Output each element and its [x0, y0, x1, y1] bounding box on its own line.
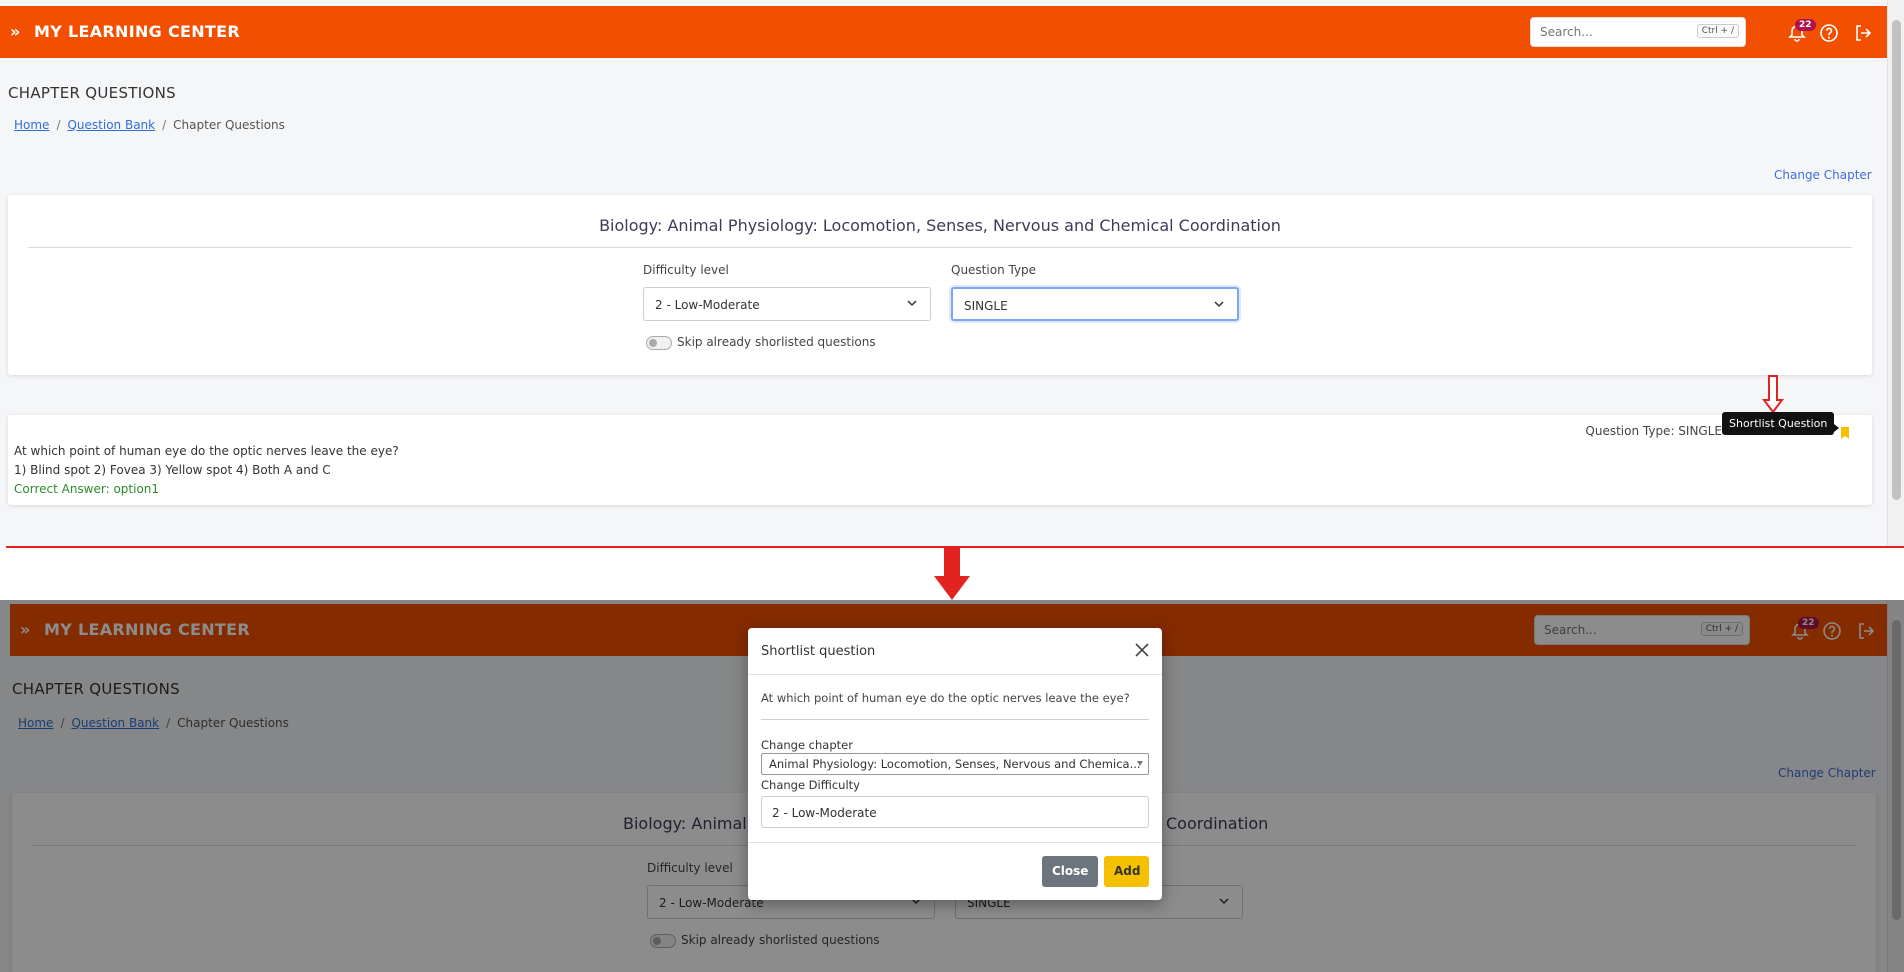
change-chapter-select[interactable]: Animal Physiology: Locomotion, Senses, N… — [761, 753, 1149, 775]
question-text: At which point of human eye do the optic… — [14, 444, 399, 458]
chevron-down-icon — [1214, 301, 1224, 308]
question-type-label: Question Type — [951, 263, 1037, 277]
modal-question-divider — [761, 719, 1149, 720]
breadcrumb-current: Chapter Questions — [173, 118, 285, 132]
difficulty-label: Difficulty level — [643, 263, 729, 277]
breadcrumb-question-bank[interactable]: Question Bank — [67, 118, 155, 132]
sidebar-toggle-icon[interactable]: » — [10, 22, 20, 41]
scrollbar[interactable] — [1887, 0, 1904, 546]
filter-card: Biology: Animal Physiology: Locomotion, … — [8, 195, 1872, 375]
add-button[interactable]: Add — [1104, 856, 1149, 887]
navbar: » MY LEARNING CENTER Ctrl + / 22 — [0, 6, 1887, 58]
question-type-text: Question Type: SINGLE — [1585, 424, 1722, 438]
difficulty-select[interactable]: 2 - Low-Moderate — [643, 287, 931, 321]
arrow-down-icon — [934, 548, 970, 600]
change-difficulty-label: Change Difficulty — [761, 778, 860, 792]
close-button[interactable]: Close — [1042, 856, 1098, 887]
page-title: CHAPTER QUESTIONS — [8, 84, 176, 102]
search-box[interactable]: Ctrl + / — [1530, 17, 1746, 47]
caret-down-icon — [1137, 761, 1143, 766]
difficulty-value: 2 - Low-Moderate — [655, 298, 760, 312]
question-type-select[interactable]: SINGLE — [951, 287, 1239, 321]
shortlist-tooltip: Shortlist Question — [1722, 412, 1840, 435]
logout-icon[interactable] — [1853, 23, 1873, 43]
question-card: Question Type: SINGLE At which point of … — [8, 415, 1872, 505]
scrollbar-thumb[interactable] — [1892, 20, 1901, 500]
breadcrumb: Home / Question Bank / Chapter Questions — [14, 118, 285, 132]
change-chapter-link[interactable]: Change Chapter — [1774, 168, 1872, 182]
skip-shortlisted-label: Skip already shorlisted questions — [677, 335, 876, 349]
search-input[interactable] — [1531, 18, 1681, 46]
change-chapter-label: Change chapter — [761, 738, 853, 752]
skip-shortlisted-toggle[interactable] — [646, 336, 672, 350]
search-shortcut: Ctrl + / — [1696, 24, 1739, 38]
question-type-value: SINGLE — [964, 299, 1008, 313]
change-chapter-value: Animal Physiology: Locomotion, Senses, N… — [769, 757, 1141, 771]
breadcrumb-home[interactable]: Home — [14, 118, 49, 132]
modal-question-text: At which point of human eye do the optic… — [761, 691, 1130, 705]
question-options: 1) Blind spot 2) Fovea 3) Yellow spot 4)… — [14, 463, 331, 477]
bookmark-icon[interactable] — [1840, 427, 1850, 439]
modal-header-divider — [748, 674, 1162, 675]
divider — [28, 247, 1852, 248]
chapter-title: Biology: Animal Physiology: Locomotion, … — [599, 216, 1281, 235]
shortlist-modal: Shortlist question At which point of hum… — [748, 628, 1162, 900]
close-icon[interactable] — [1134, 642, 1150, 658]
modal-footer-divider — [748, 842, 1162, 843]
notification-badge: 22 — [1795, 19, 1816, 31]
hollow-arrow-down-icon — [1762, 375, 1784, 414]
correct-answer: Correct Answer: option1 — [14, 482, 160, 496]
help-icon[interactable] — [1819, 23, 1839, 43]
chevron-down-icon — [907, 300, 917, 307]
brand-title: MY LEARNING CENTER — [34, 22, 240, 41]
top-screenshot: » MY LEARNING CENTER Ctrl + / 22 CHAPTER… — [0, 0, 1904, 546]
modal-title: Shortlist question — [761, 644, 876, 659]
change-difficulty-input[interactable]: 2 - Low-Moderate — [761, 796, 1149, 828]
